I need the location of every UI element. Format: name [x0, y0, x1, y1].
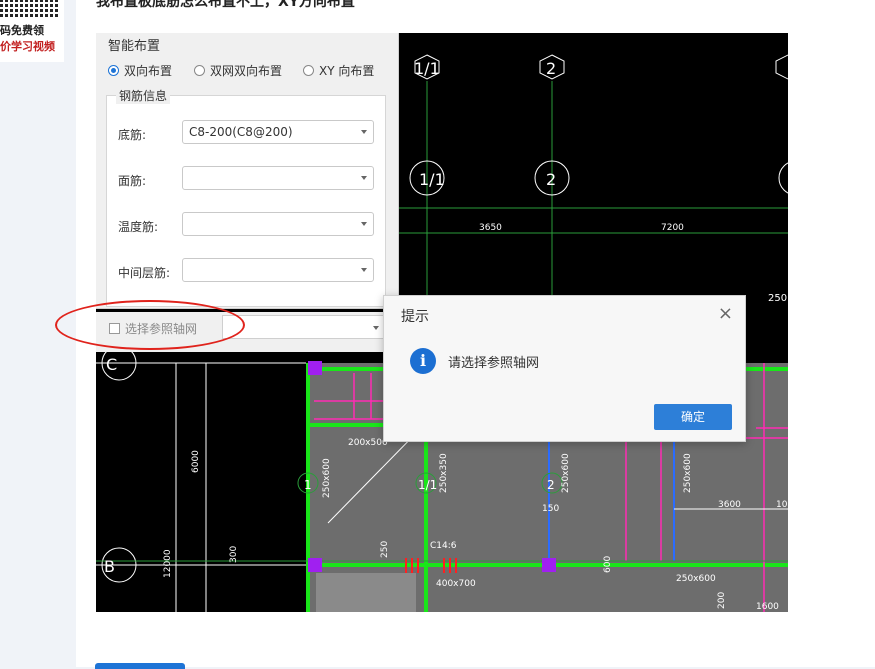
axis-label-mid-1: 1/1 [419, 170, 445, 189]
temperature-rebar-select[interactable] [182, 212, 374, 236]
dim-200x500: 200x500 [348, 438, 388, 448]
axis-label-low-2: 2 [547, 478, 555, 492]
radio-label: XY 向布置 [319, 64, 375, 78]
dim-250x350: 250x350 [439, 453, 449, 493]
dim-150: 150 [542, 504, 559, 514]
dim-3650: 3650 [479, 223, 502, 233]
radio-double-net[interactable]: 双网双向布置 [194, 62, 282, 79]
chevron-down-icon [361, 222, 367, 226]
axis-label-top-2: 2 [546, 59, 556, 78]
article-heading: 我布置板底筋怎么布置不上，XY方向布置 [96, 0, 355, 10]
info-icon: i [410, 348, 436, 374]
dim-250x600: 250x600 [322, 458, 332, 498]
dim-12000: 12000 [163, 549, 173, 578]
dialog-message: 请选择参照轴网 [448, 356, 540, 371]
temperature-rebar-label: 温度筋: [118, 220, 159, 234]
dim-250x600-d: 250x600 [683, 453, 693, 493]
bottom-rebar-select[interactable]: C8-200(C8@200) [182, 120, 374, 144]
dim-400x700: 400x700 [436, 579, 476, 589]
dim-250x600-b: 250x600 [676, 574, 716, 584]
chevron-down-icon [361, 130, 367, 134]
axis-label-low-1: 1 [304, 478, 312, 492]
dim-300: 300 [229, 546, 239, 563]
group-title: 钢筋信息 [116, 87, 171, 104]
promo-panel: 码免费领 价学习视频 [0, 0, 64, 62]
axis-label-mid-2: 2 [546, 170, 556, 189]
close-icon[interactable]: × [718, 304, 733, 324]
top-rebar-label: 面筋: [118, 174, 147, 188]
axis-label-low-1-1: 1/1 [418, 478, 437, 492]
reference-grid-select[interactable] [222, 315, 386, 339]
bottom-rebar-label: 底筋: [118, 128, 147, 142]
page-action-button[interactable] [95, 663, 185, 669]
radio-label: 双网双向布置 [210, 64, 283, 78]
axis-label-top-1: 1/1 [414, 59, 440, 78]
middle-layer-rebar-label: 中间层筋: [118, 266, 171, 280]
dim-C14-6: C14:6 [430, 541, 457, 551]
smart-placement-panel: 智能布置 双向布置 双网双向布置 XY 向布置 钢筋信息 底筋: C8-200(… [96, 33, 399, 309]
radio-unchecked-icon [194, 65, 205, 76]
dim-250-b: 250 [380, 541, 390, 558]
red-highlight-ellipse [55, 300, 245, 350]
dim-100: 100 [776, 500, 788, 510]
dim-6000: 6000 [191, 450, 201, 473]
radio-label: 双向布置 [124, 64, 173, 78]
radio-checked-icon [108, 65, 119, 76]
dim-600: 600 [603, 556, 613, 573]
select-value: C8-200(C8@200) [189, 125, 293, 139]
middle-layer-rebar-select[interactable] [182, 258, 374, 282]
chevron-down-icon [361, 176, 367, 180]
dim-250: 250 [768, 293, 787, 304]
dim-200: 200 [717, 592, 727, 609]
axis-label-B: B [104, 557, 115, 576]
promo-line-2: 价学习视频 [0, 40, 55, 53]
panel-title: 智能布置 [108, 39, 161, 54]
dialog-title: 提示 [401, 309, 429, 325]
axis-label-C: C [106, 355, 117, 374]
dim-1600: 1600 [756, 602, 779, 612]
radio-bidirectional[interactable]: 双向布置 [108, 62, 172, 79]
radio-xy[interactable]: XY 向布置 [303, 62, 374, 79]
dim-7200: 7200 [661, 223, 684, 233]
dim-3600: 3600 [718, 500, 741, 510]
radio-unchecked-icon [303, 65, 314, 76]
chevron-down-icon [361, 268, 367, 272]
prompt-dialog: 提示 × i 请选择参照轴网 确定 [383, 295, 746, 442]
promo-line-1: 码免费领 [0, 24, 44, 37]
dim-250x600-c: 250x600 [561, 453, 571, 493]
rebar-info-group: 钢筋信息 底筋: C8-200(C8@200) 面筋: 温度筋: 中间层筋: [106, 87, 386, 307]
top-rebar-select[interactable] [182, 166, 374, 190]
ok-button[interactable]: 确定 [654, 404, 732, 430]
chevron-down-icon [373, 326, 379, 330]
